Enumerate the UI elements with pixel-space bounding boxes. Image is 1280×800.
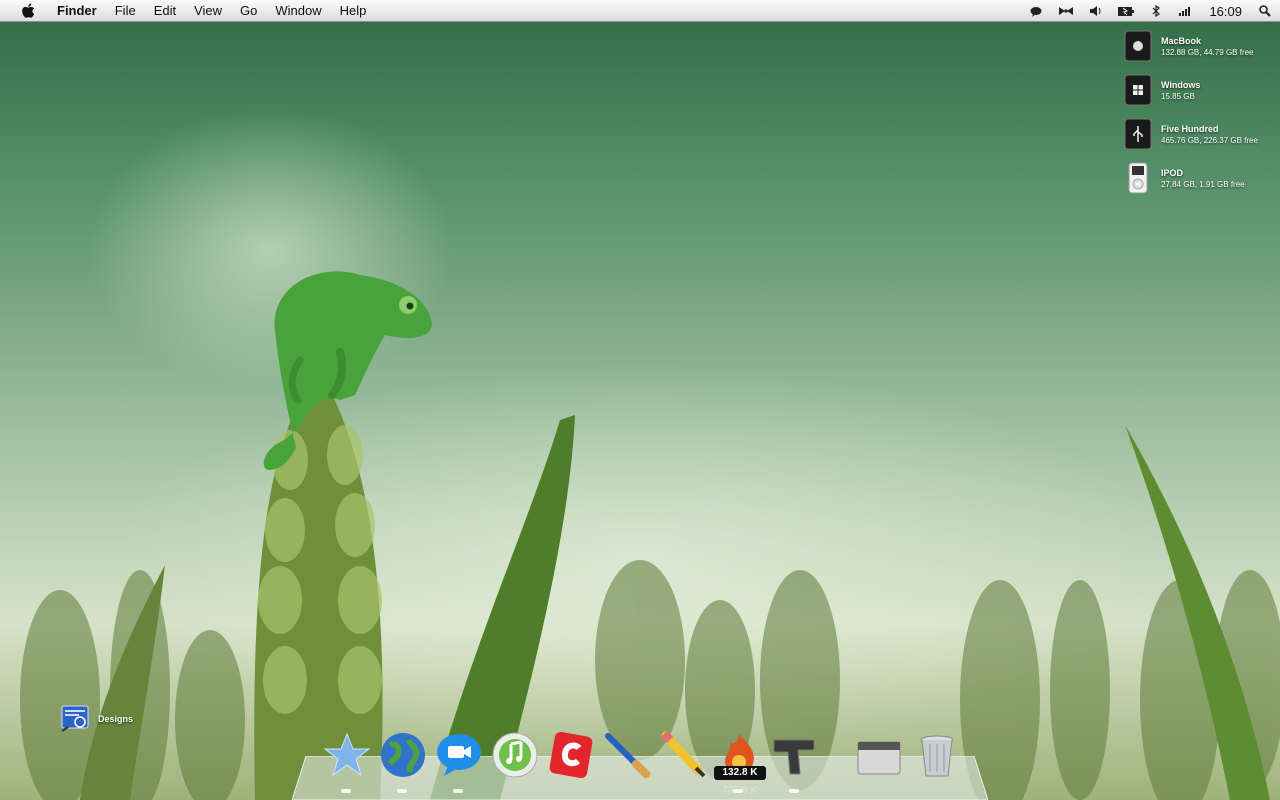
- drive-list: MacBook 132.88 GB, 44.79 GB free Windows…: [1124, 30, 1274, 206]
- designs-folder-icon: [61, 705, 89, 732]
- drive-name: IPOD: [1161, 168, 1184, 178]
- menu-edit[interactable]: Edit: [145, 0, 185, 22]
- finder-star-icon[interactable]: [320, 728, 374, 782]
- wifi-icon[interactable]: [1171, 0, 1201, 22]
- menu-view[interactable]: View: [185, 0, 231, 22]
- drive-windows[interactable]: Windows 15.85 GB: [1124, 74, 1274, 118]
- dock: [320, 728, 960, 788]
- menu-help[interactable]: Help: [331, 0, 376, 22]
- pencil-icon[interactable]: [656, 728, 710, 782]
- bow-tie-icon[interactable]: [1051, 0, 1081, 22]
- menu-window[interactable]: Window: [266, 0, 330, 22]
- windows-drive-icon: [1124, 74, 1152, 106]
- menu-go[interactable]: Go: [231, 0, 266, 22]
- drive-name: MacBook: [1161, 36, 1202, 46]
- wallpaper: [20, 271, 1280, 800]
- drive-info: 27.84 GB, 1.91 GB free: [1161, 180, 1245, 189]
- trash-icon[interactable]: [910, 728, 964, 782]
- volume-icon[interactable]: [1081, 0, 1111, 22]
- chat-icon[interactable]: [1021, 0, 1051, 22]
- running-indicator: [341, 789, 351, 793]
- cssedit-icon[interactable]: [544, 728, 598, 782]
- network-globe-icon[interactable]: [376, 728, 430, 782]
- ichat-video-icon[interactable]: [432, 728, 486, 782]
- apple-drive-icon: [1124, 30, 1152, 62]
- drive-ipod[interactable]: IPOD 27.84 GB, 1.91 GB free: [1124, 162, 1274, 206]
- drive-name: Five Hundred: [1161, 124, 1219, 134]
- app-menu-finder[interactable]: Finder: [48, 0, 106, 22]
- itunes-icon[interactable]: [488, 728, 542, 782]
- bluetooth-icon[interactable]: [1141, 0, 1171, 22]
- desktop-item-label: Designs: [98, 714, 134, 724]
- drive-name: Windows: [1161, 80, 1201, 90]
- activity-badge: 132.8 K: [714, 766, 766, 780]
- drive-info: 15.85 GB: [1161, 92, 1195, 101]
- menu-clock[interactable]: 16:09: [1201, 4, 1250, 19]
- running-indicator: [453, 789, 463, 793]
- running-indicator: [397, 789, 407, 793]
- menu-bar: Finder File Edit View Go Window Help 16:…: [0, 0, 1280, 22]
- drive-info: 465.76 GB, 226.37 GB free: [1161, 136, 1258, 145]
- status-area: 16:09: [1021, 0, 1280, 22]
- gun-icon[interactable]: [768, 728, 822, 782]
- scanner-icon[interactable]: [852, 728, 906, 782]
- menu-file[interactable]: File: [106, 0, 145, 22]
- paintbrush-icon[interactable]: [600, 728, 654, 782]
- apple-menu-icon[interactable]: [20, 3, 36, 19]
- battery-icon[interactable]: [1111, 0, 1141, 22]
- ipod-icon: [1128, 162, 1148, 194]
- drive-five-hundred[interactable]: Five Hundred 465.76 GB, 226.37 GB free: [1124, 118, 1274, 162]
- drive-info: 132.88 GB, 44.79 GB free: [1161, 48, 1254, 57]
- desktop-item-designs[interactable]: Designs: [60, 704, 133, 734]
- usb-drive-icon: [1124, 118, 1152, 150]
- drive-macbook[interactable]: MacBook 132.88 GB, 44.79 GB free: [1124, 30, 1274, 74]
- running-indicator: [789, 789, 799, 793]
- spotlight-icon[interactable]: [1250, 0, 1280, 22]
- running-indicator: [733, 789, 743, 793]
